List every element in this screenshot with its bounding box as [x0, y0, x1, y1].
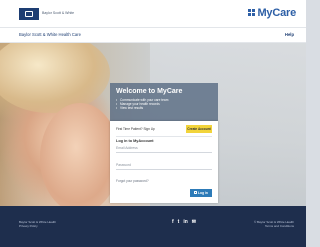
organization-name: Baylor Scott & White Health Care: [19, 32, 81, 37]
footer-right-text: © Baylor Scott & White Health Terms and …: [254, 220, 294, 228]
create-account-button[interactable]: Create Account: [186, 124, 212, 133]
log-in-button[interactable]: Log in: [190, 189, 212, 197]
brand-title: MyCare: [248, 7, 296, 19]
logo[interactable]: [19, 8, 39, 20]
divider: [116, 136, 212, 137]
login-card: First Time Patient? Sign Up Create Accou…: [110, 121, 218, 203]
welcome-bullet: View test results: [116, 106, 212, 110]
first-time-text: First Time Patient? Sign Up: [116, 127, 155, 131]
footer: Baylor Scott & White Health Privacy Poli…: [0, 206, 306, 247]
top-header: Baylor Scott & White MyCare: [0, 0, 306, 27]
sub-navigation: Baylor Scott & White Health Care Help: [0, 27, 306, 43]
footer-left-text: Baylor Scott & White Health Privacy Poli…: [19, 220, 56, 228]
hero-person: [0, 43, 110, 113]
brand-name: MyCare: [257, 7, 296, 19]
hero-child: [40, 103, 120, 206]
twitter-icon[interactable]: t: [178, 219, 180, 225]
help-link[interactable]: Help: [285, 32, 294, 37]
facebook-icon[interactable]: f: [172, 219, 174, 225]
welcome-panel: Welcome to MyCare Communicate with your …: [110, 83, 218, 121]
forgot-password-link[interactable]: Forgot your password?: [116, 179, 149, 183]
social-links: f t in ✉: [172, 219, 196, 225]
grid-icon: [248, 9, 256, 16]
footer-privacy-link[interactable]: Privacy Policy: [19, 224, 56, 228]
logo-text: Baylor Scott & White: [42, 11, 75, 15]
login-title: Log in to MyAccount: [116, 139, 154, 143]
welcome-bullets: Communicate with your care team Manage y…: [116, 98, 212, 111]
lock-icon: [194, 191, 198, 195]
footer-terms-link[interactable]: Terms and Conditions: [254, 224, 294, 228]
welcome-title: Welcome to MyCare: [116, 88, 183, 95]
logo-icon: [25, 11, 33, 17]
linkedin-icon[interactable]: in: [183, 219, 187, 225]
log-in-label: Log in: [198, 191, 208, 195]
email-icon[interactable]: ✉: [192, 219, 196, 225]
email-field[interactable]: [116, 144, 212, 153]
password-field[interactable]: [116, 161, 212, 170]
page: Baylor Scott & White MyCare Baylor Scott…: [0, 0, 306, 247]
